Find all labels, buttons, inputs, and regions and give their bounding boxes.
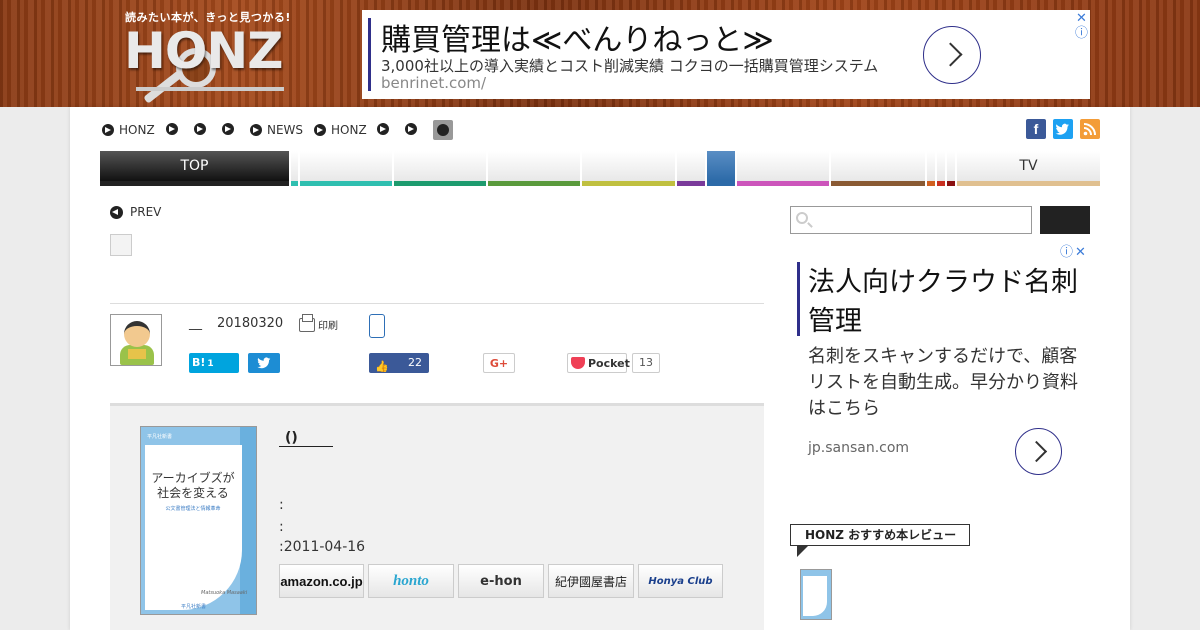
site-header: 読みたい本が、きっと見つかる! HONZ 購買管理は≪べんりねっと≫ 3,000… — [0, 0, 1200, 107]
nav-tab[interactable] — [737, 151, 829, 186]
nav-tab[interactable] — [394, 151, 486, 186]
ad-description[interactable]: 3,000社以上の導入実績とコスト削減実績 コクヨの一括購買管理システム — [381, 55, 878, 76]
nav-tab[interactable] — [927, 151, 935, 186]
book-cover-title: アーカイブズが社会を変える — [151, 471, 235, 500]
ad-info-icon[interactable]: ⓘ — [1075, 27, 1088, 40]
thumbs-up-icon: 👍 — [375, 360, 389, 373]
ad-domain[interactable]: jp.sansan.com — [808, 440, 909, 456]
chevron-right-icon — [405, 123, 417, 135]
twitter-icon[interactable] — [1053, 119, 1073, 139]
prev-link[interactable]: PREV — [110, 205, 161, 219]
nav-tab-top[interactable]: TOP — [100, 151, 289, 186]
chevron-right-icon — [377, 123, 389, 135]
ad-headline[interactable]: 法人向けクラウド名刺管理 — [808, 263, 1078, 341]
book-release-date: :2011-04-16 — [279, 539, 366, 555]
article-thumbnail[interactable] — [110, 234, 132, 256]
nav-tab-tv[interactable]: TV — [957, 151, 1100, 186]
breadcrumb-item[interactable] — [194, 123, 211, 135]
googleplus-button[interactable]: G+ — [483, 353, 515, 373]
tweet-button[interactable] — [248, 353, 280, 373]
article-date: 20180320 — [217, 316, 284, 331]
hatena-bookmark-button[interactable]: B! 1 — [189, 353, 239, 373]
rss-icon[interactable] — [1080, 119, 1100, 139]
ad-arrow-button[interactable] — [1015, 428, 1062, 475]
book-cover-author: Matsuoka Masaaki — [201, 590, 248, 596]
chevron-right-icon — [250, 124, 262, 136]
ad-body[interactable]: 名刺をスキャンするだけで、顧客リストを自動生成。早分かり資料はこちら — [808, 344, 1078, 422]
search-input[interactable] — [790, 206, 1032, 234]
nav-tab[interactable] — [831, 151, 925, 186]
chevron-right-icon — [194, 123, 206, 135]
book-publisher: : — [279, 519, 284, 535]
book-cover-image[interactable]: 平凡社新書 アーカイブズが社会を変える 公文書管理法と情報革命 Matsuoka… — [140, 426, 257, 615]
nav-tab[interactable] — [582, 151, 675, 186]
ad-accent-bar — [368, 18, 371, 91]
breadcrumb-item[interactable] — [166, 123, 183, 135]
chevron-left-icon — [110, 205, 123, 219]
nav-tab[interactable] — [937, 151, 945, 186]
book-cover-subtitle: 公文書管理法と情報革命 — [165, 506, 221, 512]
nav-tab[interactable] — [488, 151, 580, 186]
site-logo[interactable]: HONZ — [124, 22, 283, 80]
author-name[interactable]: __ — [189, 316, 202, 331]
ad-info-icon[interactable]: ⓘ — [1060, 246, 1073, 259]
chevron-right-icon — [314, 124, 326, 136]
kinokuniya-store-button[interactable]: 紀伊國屋書店 — [548, 564, 634, 598]
nav-tab-selected[interactable] — [707, 151, 735, 186]
logo-underline — [136, 87, 284, 91]
facebook-icon[interactable]: f — [1026, 119, 1046, 139]
honyaclub-store-button[interactable]: Honya Club — [638, 564, 723, 598]
top-banner-ad[interactable]: 購買管理は≪べんりねっと≫ 3,000社以上の導入実績とコスト削減実績 コクヨの… — [362, 10, 1090, 99]
book-author: : — [279, 497, 284, 513]
ad-domain[interactable]: benrinet.com/ — [381, 74, 486, 92]
ehon-store-button[interactable]: e-hon — [458, 564, 544, 598]
printer-icon — [299, 313, 315, 332]
nav-tab[interactable] — [677, 151, 705, 186]
breadcrumb-item-honz[interactable]: HONZ — [314, 123, 367, 137]
breadcrumb-current-icon — [433, 120, 453, 140]
facebook-like-count: 22 — [408, 356, 422, 369]
book-title[interactable]: () — [279, 430, 333, 447]
book-cover-imprint: 平凡社新書 — [181, 604, 207, 610]
search-icon — [796, 212, 808, 224]
nav-tab[interactable] — [300, 151, 392, 186]
print-button[interactable]: 印刷 — [299, 313, 338, 332]
chevron-right-icon — [166, 123, 178, 135]
ad-close-icon[interactable]: ✕ — [1075, 246, 1086, 259]
breadcrumb-item-news[interactable]: NEWS — [250, 123, 303, 137]
ad-arrow-button[interactable] — [923, 26, 981, 84]
hatena-count: 1 — [207, 359, 214, 369]
search-button[interactable] — [1040, 206, 1090, 234]
chevron-right-icon — [222, 123, 234, 135]
chevron-right-icon — [102, 124, 114, 136]
ad-close-icon[interactable]: ✕ — [1076, 12, 1087, 25]
divider — [110, 303, 764, 304]
nav-tab[interactable] — [291, 151, 298, 186]
breadcrumb-item[interactable] — [222, 123, 239, 135]
breadcrumb-item[interactable] — [405, 123, 422, 135]
twitter-icon — [257, 357, 271, 369]
amazon-store-button[interactable]: amazon.co.jp — [279, 564, 364, 598]
ad-headline[interactable]: 購買管理は≪べんりねっと≫ — [381, 15, 774, 59]
nav-tab[interactable] — [947, 151, 955, 186]
mobile-icon[interactable] — [369, 314, 385, 338]
pocket-count: 13 — [632, 353, 660, 373]
recommended-reviews-heading: HONZ おすすめ本レビュー — [790, 524, 970, 557]
honto-store-button[interactable]: honto — [368, 564, 454, 598]
facebook-like-button[interactable]: 👍 22 — [369, 353, 429, 373]
ad-accent-bar — [797, 262, 800, 336]
breadcrumb-item[interactable] — [377, 123, 394, 135]
pocket-button[interactable]: Pocket — [567, 353, 630, 373]
author-avatar[interactable] — [110, 314, 162, 366]
breadcrumb-item-honz[interactable]: HONZ — [102, 123, 155, 137]
recommended-book-thumbnail[interactable] — [800, 569, 832, 620]
